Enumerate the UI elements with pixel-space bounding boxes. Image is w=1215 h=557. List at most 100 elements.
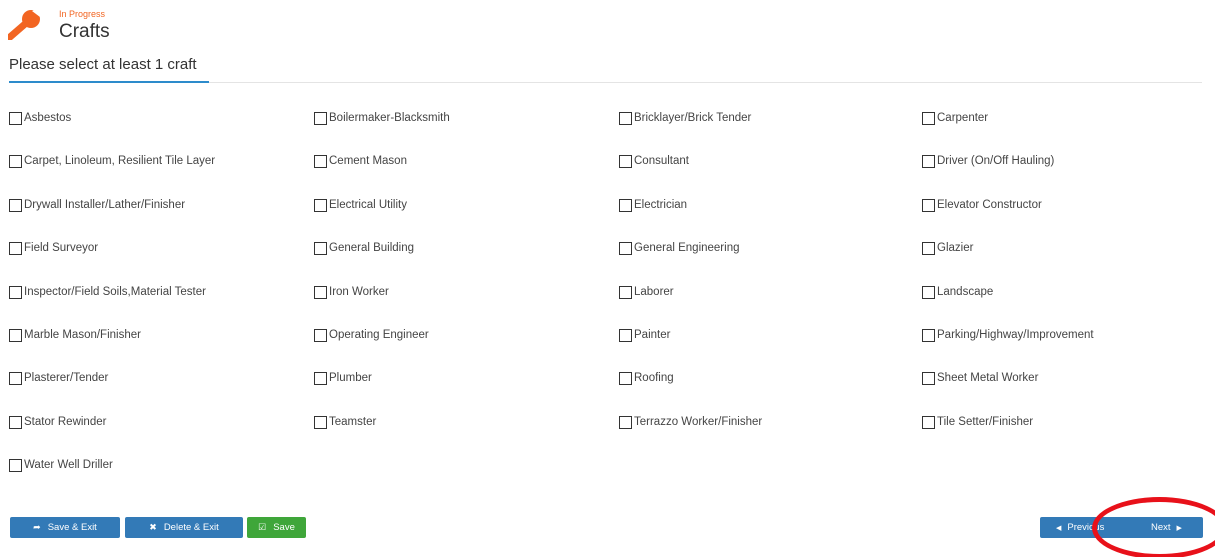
craft-checkbox[interactable] (922, 241, 935, 255)
pager: ◀ Previous Next ▶ (1040, 517, 1203, 538)
craft-checkbox[interactable] (619, 285, 632, 299)
craft-checkbox[interactable] (9, 241, 22, 255)
craft-option[interactable]: Painter (619, 327, 670, 343)
next-button[interactable]: Next ▶ (1151, 517, 1182, 538)
craft-checkbox[interactable] (9, 328, 22, 342)
save-button[interactable]: ☑ Save (247, 517, 306, 538)
craft-option[interactable]: Boilermaker-Blacksmith (314, 110, 450, 126)
craft-option[interactable]: Iron Worker (314, 284, 389, 300)
craft-checkbox[interactable] (922, 415, 935, 429)
craft-option[interactable]: Roofing (619, 370, 674, 386)
craft-checkbox[interactable] (314, 111, 327, 125)
craft-option[interactable]: Glazier (922, 240, 973, 256)
craft-label: Consultant (634, 155, 689, 167)
delete-exit-button[interactable]: ✖ Delete & Exit (125, 517, 243, 538)
previous-button[interactable]: ◀ Previous (1056, 517, 1104, 538)
craft-option[interactable]: Asbestos (9, 110, 71, 126)
craft-label: Tile Setter/Finisher (937, 416, 1034, 428)
craft-label: Water Well Driller (24, 459, 113, 471)
craft-option[interactable]: Terrazzo Worker/Finisher (619, 414, 762, 430)
craft-checkbox[interactable] (9, 415, 22, 429)
craft-option[interactable]: Drywall Installer/Lather/Finisher (9, 197, 185, 213)
craft-option[interactable]: Landscape (922, 284, 993, 300)
craft-option[interactable]: Elevator Constructor (922, 197, 1042, 213)
craft-checkbox[interactable] (314, 241, 327, 255)
craft-checkbox[interactable] (922, 285, 935, 299)
craft-label: Landscape (937, 286, 994, 298)
craft-checkbox[interactable] (314, 371, 327, 385)
craft-label: Sheet Metal Worker (937, 372, 1039, 384)
craft-label: Stator Rewinder (24, 416, 107, 428)
craft-checkbox[interactable] (619, 415, 632, 429)
delete-exit-label: Delete & Exit (163, 522, 219, 533)
craft-option[interactable]: Consultant (619, 153, 689, 169)
craft-checkbox[interactable] (314, 154, 327, 168)
craft-option[interactable]: Electrical Utility (314, 197, 407, 213)
craft-label: Painter (634, 329, 671, 341)
craft-checkbox[interactable] (619, 154, 632, 168)
craft-option[interactable]: Stator Rewinder (9, 414, 106, 430)
save-exit-label: Save & Exit (47, 522, 97, 533)
craft-option[interactable]: Sheet Metal Worker (922, 370, 1038, 386)
craft-option[interactable]: Driver (On/Off Hauling) (922, 153, 1054, 169)
craft-option[interactable]: Bricklayer/Brick Tender (619, 110, 751, 126)
craft-checkbox[interactable] (314, 328, 327, 342)
craft-checkbox[interactable] (922, 328, 935, 342)
craft-checkbox[interactable] (619, 198, 632, 212)
craft-checkbox[interactable] (922, 111, 935, 125)
craft-checkbox[interactable] (619, 111, 632, 125)
craft-label: Carpenter (937, 112, 989, 124)
craft-option[interactable]: Parking/Highway/Improvement (922, 327, 1094, 343)
craft-option[interactable]: Carpet, Linoleum, Resilient Tile Layer (9, 153, 215, 169)
craft-label: Plasterer/Tender (24, 372, 109, 384)
instruction-text: Please select at least 1 craft (9, 56, 197, 73)
craft-checkbox[interactable] (922, 198, 935, 212)
craft-checkbox[interactable] (619, 241, 632, 255)
craft-label: Electrician (634, 199, 688, 211)
craft-option[interactable]: General Building (314, 240, 414, 256)
craft-option[interactable]: Laborer (619, 284, 674, 300)
check-square-icon: ☑ (258, 522, 267, 532)
sign-out-icon: ➦ (33, 522, 41, 532)
save-label: Save (273, 522, 295, 533)
craft-checkbox[interactable] (314, 415, 327, 429)
craft-label: Drywall Installer/Lather/Finisher (24, 199, 186, 211)
craft-option[interactable]: Operating Engineer (314, 327, 429, 343)
craft-option[interactable]: Teamster (314, 414, 376, 430)
craft-label: Roofing (634, 372, 674, 384)
craft-option[interactable]: Marble Mason/Finisher (9, 327, 141, 343)
craft-checkbox[interactable] (9, 285, 22, 299)
craft-label: Driver (On/Off Hauling) (937, 155, 1055, 167)
craft-option[interactable]: Electrician (619, 197, 687, 213)
craft-checkbox[interactable] (9, 371, 22, 385)
craft-checkbox[interactable] (922, 371, 935, 385)
craft-option[interactable]: Inspector/Field Soils,Material Tester (9, 284, 206, 300)
craft-checkbox[interactable] (922, 154, 935, 168)
previous-label: Previous (1067, 522, 1105, 533)
craft-option[interactable]: Tile Setter/Finisher (922, 414, 1033, 430)
craft-checkbox[interactable] (9, 198, 22, 212)
craft-label: Iron Worker (329, 286, 389, 298)
status-label: In Progress (59, 9, 106, 19)
craft-checkbox[interactable] (619, 328, 632, 342)
craft-option[interactable]: Plumber (314, 370, 372, 386)
craft-checkbox[interactable] (9, 111, 22, 125)
craft-option[interactable]: Plasterer/Tender (9, 370, 108, 386)
next-label: Next (1151, 522, 1171, 533)
craft-option[interactable]: Field Surveyor (9, 240, 98, 256)
caret-left-icon: ◀ (1056, 524, 1062, 532)
craft-option[interactable]: Carpenter (922, 110, 988, 126)
craft-label: General Engineering (634, 242, 740, 254)
craft-checkbox[interactable] (9, 458, 22, 472)
craft-label: Bricklayer/Brick Tender (634, 112, 752, 124)
save-exit-button[interactable]: ➦ Save & Exit (10, 517, 120, 538)
craft-option[interactable]: General Engineering (619, 240, 740, 256)
craft-checkbox[interactable] (9, 154, 22, 168)
craft-label: Field Surveyor (24, 242, 99, 254)
craft-option[interactable]: Cement Mason (314, 153, 407, 169)
craft-checkbox[interactable] (619, 371, 632, 385)
craft-option[interactable]: Water Well Driller (9, 457, 113, 473)
craft-label: Plumber (329, 372, 372, 384)
craft-checkbox[interactable] (314, 285, 327, 299)
craft-checkbox[interactable] (314, 198, 327, 212)
